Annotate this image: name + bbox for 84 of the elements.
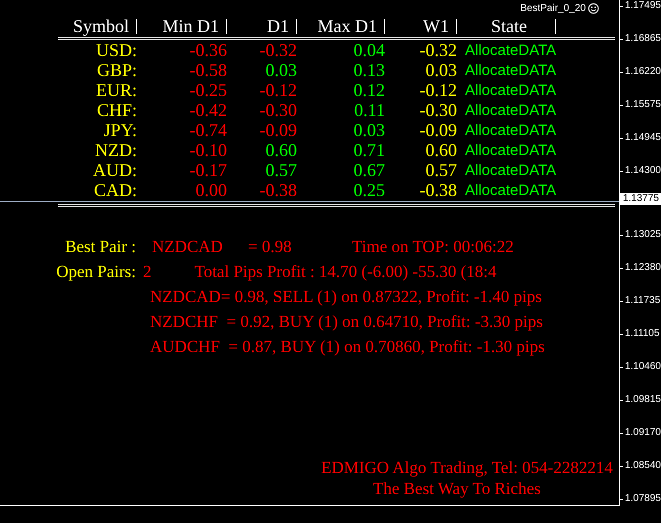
- slogan-line: The Best Way To Riches: [373, 478, 542, 499]
- value-cell-text: 0.67: [352, 160, 385, 180]
- column-header: Symbol: [72, 16, 129, 36]
- state-cell-text: AllocateDATA: [464, 122, 558, 138]
- value-cell-text: -0.42: [188, 100, 227, 120]
- value-cell-text: 0.04: [352, 40, 385, 60]
- position-line: AUDCHF = 0.87, BUY (1) on 0.70860, Profit: -1.30 pips: [150, 336, 545, 356]
- price-label: 1.14300: [624, 165, 661, 177]
- state-cell-text: AllocateDATA: [464, 42, 558, 58]
- best-pair-label: Best Pair :: [64, 236, 136, 256]
- value-cell-text: 0.57: [264, 160, 297, 180]
- indicator-label: BestPair_0_20: [520, 3, 586, 14]
- value-cell-text: -0.38: [418, 180, 457, 200]
- value-cell-text: 0.03: [424, 60, 457, 80]
- price-label: 1.13025: [624, 229, 661, 241]
- symbol-cell-text: CHF:: [96, 100, 137, 120]
- value-cell-text: -0.17: [188, 160, 227, 180]
- price-label: 1.16220: [624, 66, 661, 78]
- open-pairs-count: 2: [143, 262, 152, 282]
- value-cell-text: -0.58: [188, 60, 227, 80]
- position-line: NZDCHF = 0.92, BUY (1) on 0.64710, Profit: -3.30 pips: [150, 312, 543, 332]
- value-cell-text: -0.30: [418, 100, 457, 120]
- price-label: 1.14945: [624, 132, 661, 144]
- symbol-cell-text: NZD:: [94, 140, 137, 160]
- price-label: 1.08540: [624, 460, 661, 472]
- value-cell-text: -0.30: [258, 100, 297, 120]
- position-line: NZDCAD= 0.98, SELL (1) on 0.87322, Profit: -1.40 pips: [150, 286, 542, 306]
- current-price-label: 1.13775: [620, 193, 661, 205]
- price-label: 1.16865: [624, 33, 661, 45]
- column-header: Min D1: [162, 16, 219, 36]
- value-cell-text: 0.57: [424, 160, 457, 180]
- value-cell-text: 0.60: [264, 140, 297, 160]
- value-cell-text: 0.25: [352, 180, 385, 200]
- total-pips-profit: Total Pips Profit : 14.70 (-6.00) -55.30 (18:4: [194, 262, 496, 282]
- value-cell-text: -0.09: [258, 120, 297, 140]
- value-cell-text: 0.12: [352, 80, 385, 100]
- symbol-cell-text: CAD:: [92, 180, 137, 200]
- value-cell-text: -0.32: [418, 40, 457, 60]
- smiley-icon: [588, 3, 599, 14]
- state-cell-text: AllocateDATA: [464, 182, 558, 198]
- value-cell-text: -0.12: [258, 80, 297, 100]
- value-cell-text: -0.38: [258, 180, 297, 200]
- state-cell-text: AllocateDATA: [464, 82, 558, 98]
- value-cell-text: -0.12: [418, 80, 457, 100]
- value-cell-text: 0.60: [424, 140, 457, 160]
- value-cell-text: 0.03: [264, 60, 297, 80]
- column-header: D1: [267, 16, 289, 36]
- value-cell-text: 0.71: [352, 140, 385, 160]
- value-cell-text: 0.00: [194, 180, 227, 200]
- symbol-cell-text: JPY:: [102, 120, 137, 140]
- value-cell-text: -0.25: [188, 80, 227, 100]
- price-label: 1.12380: [624, 262, 661, 274]
- value-cell-text: -0.74: [188, 120, 227, 140]
- value-cell-text: -0.10: [188, 140, 227, 160]
- price-label: 1.10460: [624, 361, 661, 373]
- price-label: 1.15575: [624, 99, 661, 111]
- column-header: Max D1: [318, 16, 377, 36]
- state-cell-text: AllocateDATA: [464, 142, 558, 158]
- open-pairs-label: Open Pairs:: [55, 262, 136, 282]
- symbol-cell-text: USD:: [94, 40, 137, 60]
- price-label: 1.09170: [624, 427, 661, 439]
- time-on-top: Time on TOP: 00:06:22: [352, 236, 514, 256]
- price-label: 1.09815: [624, 394, 661, 406]
- symbol-cell-text: AUD:: [92, 160, 137, 180]
- value-cell-text: 0.11: [353, 100, 385, 120]
- best-pair-value: = 0.98: [248, 236, 293, 256]
- value-cell-text: -0.09: [418, 120, 457, 140]
- column-header: State: [491, 16, 527, 36]
- value-cell-text: -0.32: [258, 40, 297, 60]
- price-label: 1.11735: [624, 295, 660, 307]
- value-cell-text: -0.36: [188, 40, 227, 60]
- best-pair-symbol: NZDCAD: [152, 236, 224, 256]
- state-cell-text: AllocateDATA: [464, 162, 558, 178]
- column-header: W1: [423, 16, 449, 36]
- state-cell-text: AllocateDATA: [464, 62, 558, 78]
- symbol-cell-text: EUR:: [94, 80, 137, 100]
- company-line: EDMIGO Algo Trading, Tel: 054-2282214: [321, 457, 613, 478]
- symbol-cell-text: GBP:: [96, 60, 137, 80]
- value-cell-text: 0.13: [352, 60, 385, 80]
- state-cell-text: AllocateDATA: [464, 102, 558, 118]
- price-label: 1.11105: [624, 328, 660, 340]
- price-label: 1.17495: [624, 0, 661, 12]
- value-cell-text: 0.03: [352, 120, 385, 140]
- price-label: 1.07895: [624, 493, 661, 505]
